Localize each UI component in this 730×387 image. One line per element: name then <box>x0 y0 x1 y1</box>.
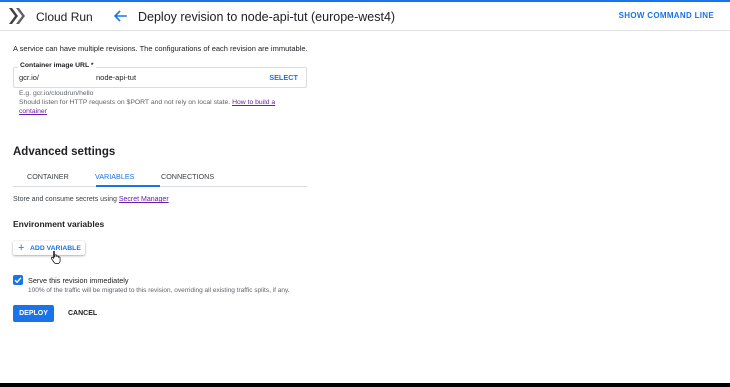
app-name[interactable]: Cloud Run <box>36 10 93 24</box>
image-listen-hint-text: Should listen for HTTP requests on $PORT… <box>19 99 231 106</box>
tab-variables[interactable]: VARIABLES <box>95 172 134 181</box>
select-image-button[interactable]: SELECT <box>269 73 298 82</box>
image-listen-hint: Should listen for HTTP requests on $PORT… <box>19 99 275 106</box>
cancel-button[interactable]: CANCEL <box>68 310 97 317</box>
image-example-hint: E.g. gcr.io/cloudrun/hello <box>19 90 94 97</box>
active-tab-indicator <box>96 185 160 187</box>
checkmark-icon <box>14 277 22 284</box>
secrets-text: Store and consume secrets using Secret M… <box>13 196 169 203</box>
container-image-url-label: Container image URL * <box>18 62 96 69</box>
how-to-build-link[interactable]: How to build a <box>232 99 275 106</box>
secrets-description: Store and consume secrets using <box>13 196 117 203</box>
environment-variables-title: Environment variables <box>13 219 105 229</box>
hand-pointer-cursor-icon <box>50 250 61 264</box>
intro-text: A service can have multiple revisions. T… <box>13 44 308 53</box>
image-link-continued: container <box>19 108 47 115</box>
how-to-build-link-continued[interactable]: container <box>19 108 47 115</box>
tab-container[interactable]: CONTAINER <box>27 172 69 181</box>
show-command-line-button[interactable]: SHOW COMMAND LINE <box>619 11 714 20</box>
serve-immediately-checkbox[interactable] <box>13 275 23 285</box>
tab-connections[interactable]: CONNECTIONS <box>161 172 214 181</box>
deploy-button[interactable]: DEPLOY <box>13 305 54 322</box>
page-title: Deploy revision to node-api-tut (europe-… <box>138 10 396 24</box>
bottom-edge-bar <box>0 383 730 387</box>
plus-icon: + <box>18 242 25 254</box>
serve-immediately-description: 100% of the traffic will be migrated to … <box>28 287 290 294</box>
cloud-run-logo-icon <box>9 8 25 24</box>
advanced-settings-title: Advanced settings <box>13 146 116 158</box>
container-image-prefix: gcr.io/ <box>19 73 40 82</box>
add-variable-button[interactable]: + ADD VARIABLE <box>13 241 85 255</box>
container-image-value: node-api-tut <box>96 73 137 82</box>
secret-manager-link[interactable]: Secret Manager <box>119 196 169 203</box>
container-image-url-field[interactable]: Container image URL * gcr.io/ node-api-t… <box>13 62 307 88</box>
serve-immediately-label[interactable]: Serve this revision immediately <box>28 276 129 285</box>
advanced-tabs: CONTAINER VARIABLES CONNECTIONS <box>13 167 307 187</box>
back-arrow-icon[interactable] <box>111 7 129 25</box>
header-bar: Cloud Run Deploy revision to node-api-tu… <box>0 2 730 31</box>
